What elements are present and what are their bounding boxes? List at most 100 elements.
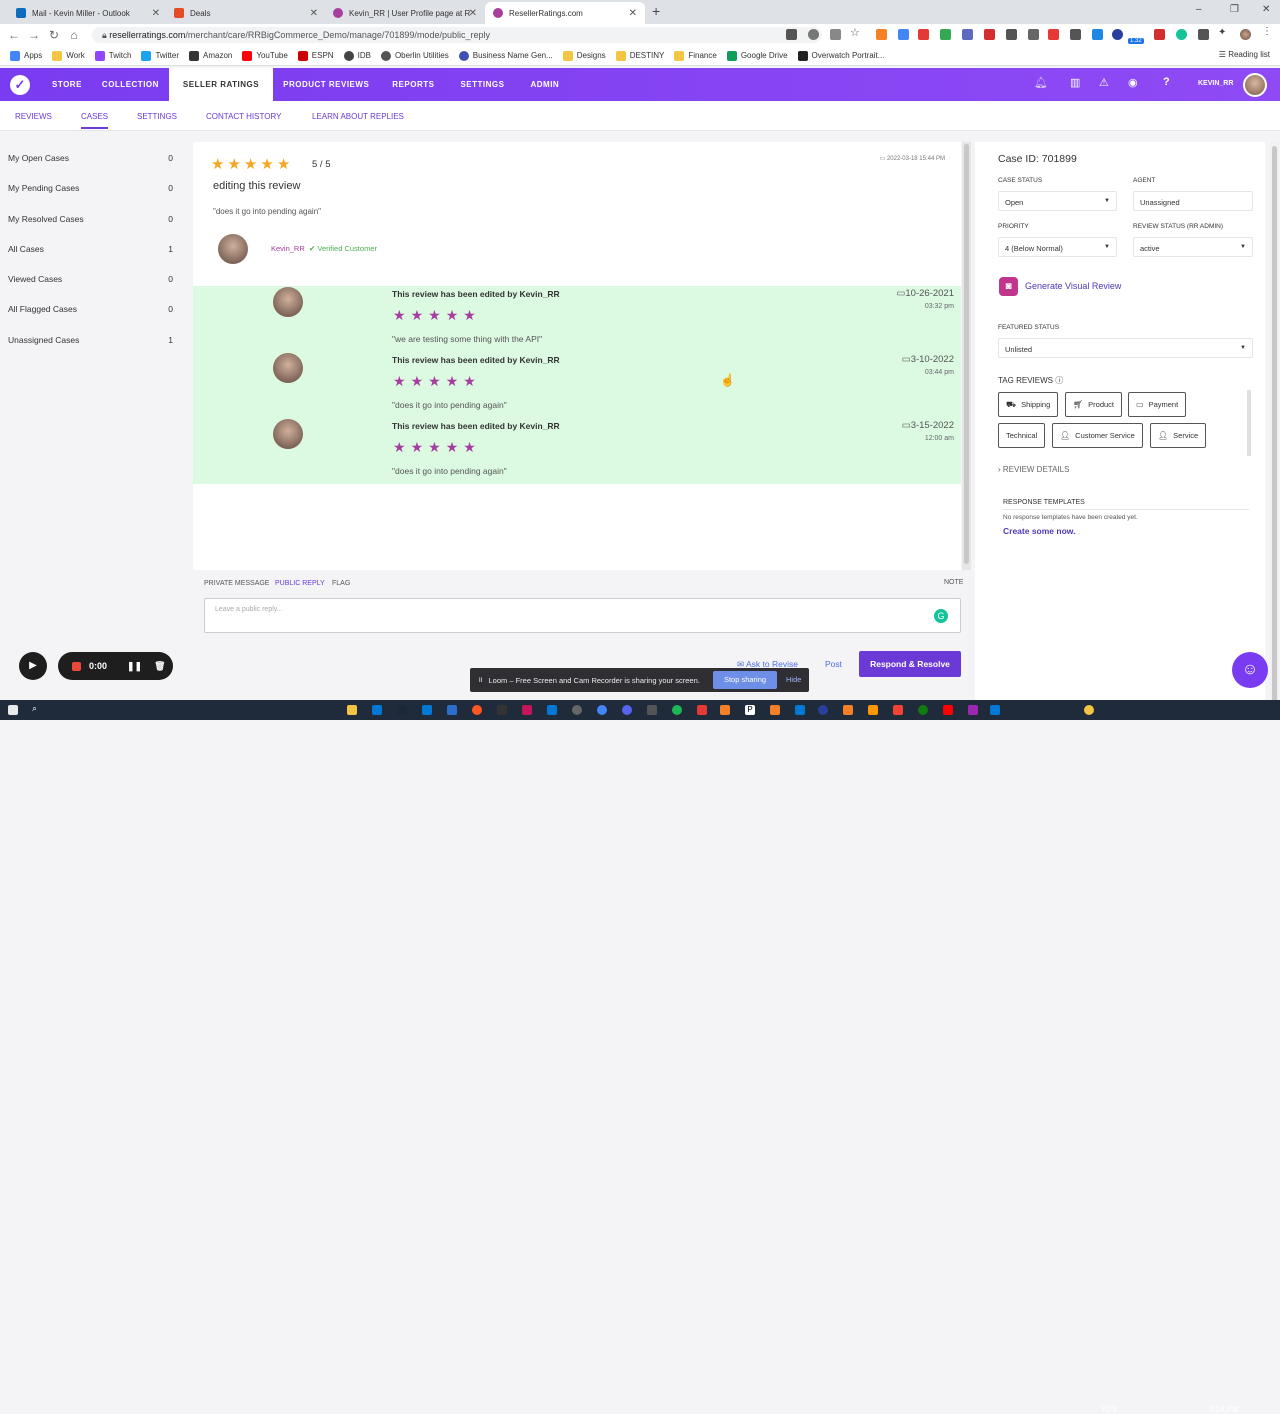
zoom-icon[interactable] (808, 29, 819, 40)
bookmark-espn[interactable]: ESPN (297, 50, 334, 61)
bookmark-oberlin[interactable]: Oberlin Utilities (380, 50, 449, 61)
camera-icon[interactable] (786, 29, 797, 40)
app-icon[interactable] (893, 705, 903, 715)
grammarly-icon[interactable] (1176, 29, 1187, 40)
windows-start-icon[interactable] (8, 705, 18, 715)
tag-shipping-button[interactable]: ⛟ Shipping (998, 392, 1059, 417)
nav-collection[interactable]: COLLECTION (92, 68, 169, 101)
app-icon[interactable] (422, 705, 432, 715)
nav-product-reviews[interactable]: PRODUCT REVIEWS (273, 68, 379, 101)
extension-icon[interactable] (1070, 29, 1081, 40)
app-icon[interactable] (868, 705, 878, 715)
puzzle-icon[interactable]: ✦ (1218, 27, 1229, 38)
review-details-toggle[interactable]: › REVIEW DETAILS (998, 465, 1069, 474)
nav-username[interactable]: KEVIN_RR (1198, 80, 1233, 87)
extension-icon[interactable] (876, 29, 887, 40)
respond-resolve-button[interactable]: Respond & Resolve (859, 651, 961, 677)
nav-seller-ratings[interactable]: SELLER RATINGS (168, 68, 274, 101)
featured-status-select[interactable]: Unlisted ▼ (998, 338, 1253, 358)
sidebar-item-my-pending-cases[interactable]: My Pending Cases 0 (8, 183, 173, 193)
bookmark-overwatch[interactable]: Overwatch Portrait... (797, 50, 884, 61)
share-icon[interactable] (830, 29, 841, 40)
bookmark-amazon[interactable]: Amazon (189, 50, 232, 61)
tag-service-button[interactable]: 👤︎ Service (1150, 423, 1207, 448)
generate-visual-review-link[interactable]: Generate Visual Review (1025, 281, 1121, 291)
steam-icon[interactable] (397, 705, 407, 715)
app-icon[interactable] (522, 705, 532, 715)
minimize-button[interactable]: – (1196, 4, 1202, 15)
bookmark-finance[interactable]: Finance (674, 50, 717, 61)
discord-icon[interactable] (622, 705, 632, 715)
nav-store[interactable]: STORE (42, 68, 92, 101)
bell-icon[interactable]: 🔔︎ (1034, 76, 1048, 89)
bookmark-twitch[interactable]: Twitch (94, 50, 131, 61)
priority-select[interactable]: 4 (Below Normal) ▼ (998, 237, 1117, 257)
app-icon[interactable] (720, 705, 730, 715)
tab-note[interactable]: NOTE (944, 579, 963, 586)
home-icon[interactable]: ⌂ (64, 28, 84, 42)
create-templates-link[interactable]: Create some now. (1003, 526, 1075, 536)
review-scrollbar[interactable] (962, 142, 971, 570)
subnav-learn-about-replies[interactable]: LEARN ABOUT REPLIES (312, 112, 404, 121)
camera-toggle-icon[interactable]: ▶ (19, 652, 47, 680)
app-icon[interactable] (697, 705, 707, 715)
search-icon[interactable]: ⌕ (32, 703, 42, 713)
extension-icon[interactable] (1028, 29, 1039, 40)
post-button[interactable]: Post (825, 659, 842, 669)
stop-recording-icon[interactable] (72, 661, 81, 671)
chat-support-icon[interactable]: ☺ (1232, 652, 1268, 688)
bookmark-business-name[interactable]: Business Name Gen... (458, 50, 553, 61)
bookmark-designs[interactable]: Designs (562, 50, 606, 61)
app-icon[interactable] (447, 705, 457, 715)
hide-button[interactable]: Hide (786, 675, 801, 684)
menu-dots-icon[interactable]: ⋮ (1262, 26, 1273, 37)
app-icon[interactable] (843, 705, 853, 715)
tab-private-message[interactable]: PRIVATE MESSAGE (204, 580, 269, 587)
bookmark-idb[interactable]: IDB (343, 50, 371, 61)
nav-reports[interactable]: REPORTS (379, 68, 447, 101)
reload-icon[interactable]: ↻ (44, 28, 64, 42)
sidebar-item-viewed-cases[interactable]: Viewed Cases 0 (8, 274, 173, 284)
extension-icon[interactable] (962, 29, 973, 40)
app-icon[interactable] (968, 705, 978, 715)
bookmark-work[interactable]: Work (52, 50, 85, 61)
trash-icon[interactable]: 🗑︎ (154, 661, 165, 672)
subnav-contact-history[interactable]: CONTACT HISTORY (206, 112, 281, 121)
app-icon[interactable] (990, 705, 1000, 715)
bookmark-twitter[interactable]: Twitter (141, 50, 179, 61)
app-icon[interactable] (572, 705, 582, 715)
file-explorer-icon[interactable] (347, 705, 357, 715)
sidebar-item-all-cases[interactable]: All Cases 1 (8, 244, 173, 254)
public-reply-input[interactable]: Leave a public reply... G (204, 598, 961, 633)
app-icon[interactable] (497, 705, 507, 715)
page-scrollbar[interactable] (1270, 142, 1279, 720)
tab-flag[interactable]: FLAG (332, 580, 350, 587)
subnav-cases[interactable]: CASES (81, 112, 109, 129)
reviewer-name[interactable]: Kevin_RR (271, 244, 305, 253)
sidebar-item-my-open-cases[interactable]: My Open Cases 0 (8, 153, 173, 163)
subnav-settings[interactable]: SETTINGS (137, 112, 177, 121)
app-icon[interactable] (795, 705, 805, 715)
tag-product-button[interactable]: 🛒︎ Product (1065, 392, 1123, 417)
back-icon[interactable]: ← (4, 28, 24, 42)
firefox-icon[interactable] (472, 705, 482, 715)
window-close-button[interactable]: ✕ (1262, 4, 1270, 15)
extension-icon[interactable] (898, 29, 909, 40)
extension-icon[interactable] (940, 29, 951, 40)
visual-review-icon[interactable]: ◙ (999, 277, 1018, 296)
tags-scrollbar[interactable] (1247, 390, 1251, 456)
help-circle-icon[interactable]: ⓘ (1055, 376, 1063, 385)
browser-tab-outlook[interactable]: Mail - Kevin Miller - Outlook ✕ (8, 2, 168, 24)
chart-icon[interactable]: ▥ (1070, 76, 1080, 89)
scrollbar-thumb[interactable] (1272, 146, 1277, 716)
extension-icon[interactable] (1198, 29, 1209, 40)
app-icon[interactable] (770, 705, 780, 715)
app-icon[interactable] (547, 705, 557, 715)
mail-icon[interactable] (372, 705, 382, 715)
extension-icon[interactable] (918, 29, 929, 40)
tag-technical-button[interactable]: Technical (998, 423, 1046, 448)
extension-icon[interactable] (1112, 29, 1123, 40)
bookmark-apps[interactable]: Apps (10, 50, 42, 61)
browser-tab-profile[interactable]: Kevin_RR | User Profile page at R ✕ (325, 2, 485, 24)
reading-list-button[interactable]: ☰ Reading list (1219, 50, 1270, 59)
